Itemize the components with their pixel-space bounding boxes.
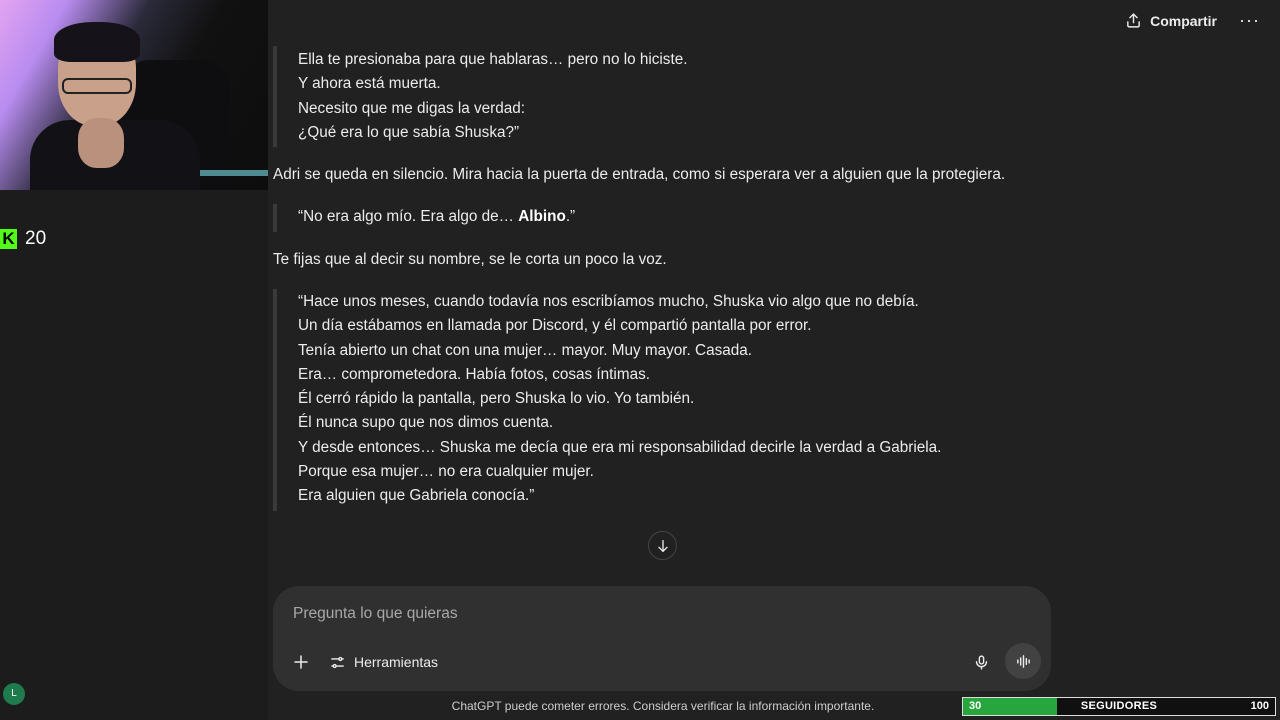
webcam-person-hair [54,22,140,62]
blockquote-2: “No era algo mío. Era algo de… Albino.” [273,204,575,233]
webcam-glasses [62,78,132,94]
share-icon [1127,13,1140,28]
quote1-line: ¿Qué era lo que sabía Shuska?” [298,123,520,141]
arrow-down-icon [657,539,668,552]
blockquote-2-line: “No era algo mío. Era algo de… Albino.” [298,205,575,229]
kick-viewer-count: K 20 [0,228,46,250]
quote1-line: Necesito que me digas la verdad: [298,99,526,117]
share-button[interactable]: Compartir [1119,8,1223,33]
tools-button[interactable]: Herramientas [329,650,438,674]
quote3-line: Porque esa mujer… no era cualquier mujer… [298,463,594,481]
quote3-line: “Hace unos meses, cuando todavía nos esc… [298,293,919,310]
webcam-hand [78,118,124,168]
quote1-line: Y ahora está muerta. [298,75,441,93]
message-composer: Herramientas [273,586,1051,691]
share-label: Compartir [1150,12,1218,29]
more-options-icon[interactable]: ··· [1239,10,1260,31]
blockquote-1: Ella te presionaba para que hablaras… pe… [273,46,688,148]
paragraph-2: Te fijas que al decir su nombre, se le c… [273,251,667,268]
add-attachment-button[interactable] [289,650,313,674]
blockquote-3: “Hace unos meses, cuando todavía nos esc… [273,289,941,511]
viewer-count: 20 [25,228,47,249]
quote1-line: Ella te presionaba para que hablaras… pe… [298,51,688,68]
voice-wave-icon [1016,654,1030,668]
quote2-bold-name: Albino [518,208,566,225]
quote2-text-before: “No era algo mío. Era algo de… [298,208,519,225]
quote3-line: Un día estábamos en llamada por Discord,… [298,317,812,335]
webcam-feed [0,0,268,190]
stream-overlay: K 20 L [0,0,268,720]
avatar[interactable]: L [3,683,25,705]
disclaimer-text: ChatGPT puede cometer errores. Considera… [451,699,875,713]
voice-mode-button[interactable] [1005,643,1041,679]
scroll-to-bottom-button[interactable] [648,531,677,560]
prompt-input[interactable] [293,600,1023,628]
dictate-button[interactable] [969,650,993,674]
quote3-line: Era alguien que Gabriela conocía.” [298,487,535,505]
header-actions: Compartir ··· [1119,8,1260,33]
quote3-line: Él cerró rápido la pantalla, pero Shuska… [298,390,695,408]
tools-label: Herramientas [354,654,439,670]
quote3-line: Y desde entonces… Shuska me decía que er… [298,438,942,456]
quote3-line: Tenía abierto un chat con una mujer… may… [298,341,753,359]
microphone-icon [975,654,987,670]
quote3-line: Era… comprometedora. Había fotos, cosas … [298,365,650,383]
followers-label: SEGUIDORES [1080,700,1158,712]
plus-icon [294,655,308,669]
paragraph-1: Adri se queda en silencio. Mira hacia la… [273,166,1006,183]
quote2-text-after: .” [565,208,576,225]
quote3-line: Él nunca supo que nos dimos cuenta. [298,414,554,432]
followers-goal: 100 [1250,700,1269,712]
webcam-light-strip [200,170,268,176]
sliders-icon [331,656,344,668]
kick-logo-icon: K [0,229,17,249]
followers-goal-bar: 30 SEGUIDORES 100 [962,697,1276,716]
